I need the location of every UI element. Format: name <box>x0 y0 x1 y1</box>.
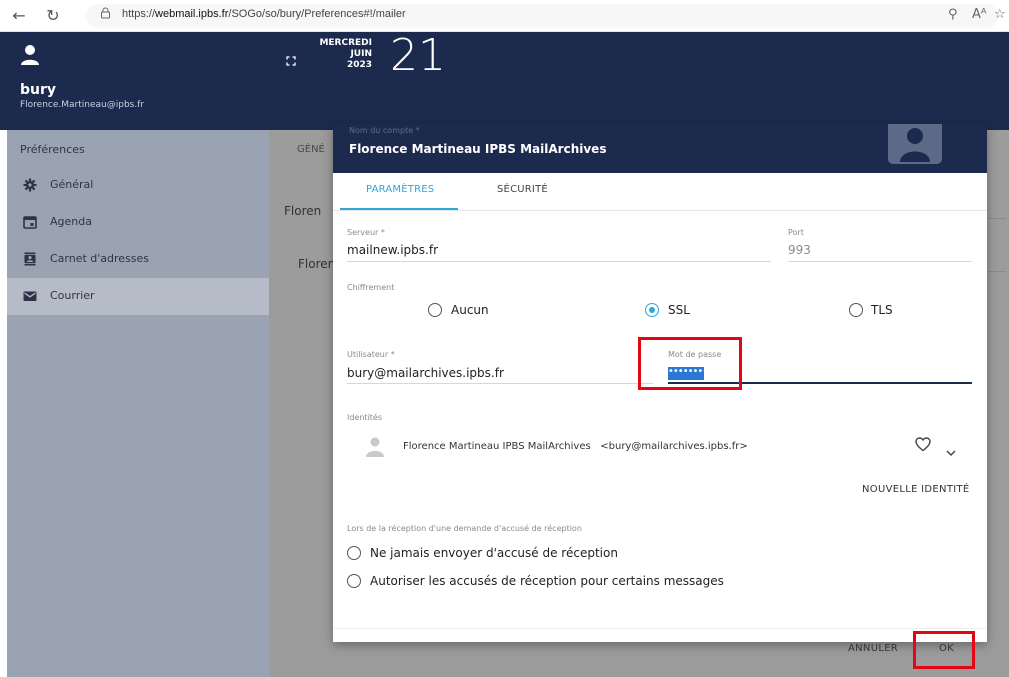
identity-email: <bury@mailarchives.ipbs.fr> <box>600 441 748 452</box>
encryption-none-radio[interactable] <box>428 303 442 317</box>
server-label: Serveur * <box>347 228 385 237</box>
encryption-ssl-radio[interactable] <box>645 303 659 317</box>
ok-highlight-box <box>913 631 975 669</box>
user-underline <box>347 383 653 384</box>
server-underline <box>347 261 771 262</box>
tabs-divider <box>333 210 987 211</box>
encryption-tls-radio[interactable] <box>849 303 863 317</box>
active-tab-indicator <box>340 208 458 210</box>
sidebar-title: Préférences <box>20 143 85 156</box>
chevron-down-icon[interactable] <box>945 442 957 461</box>
background-tab: GÉNÉ <box>297 144 325 155</box>
sidebar-item-label: Courrier <box>50 289 95 302</box>
receipt-label: Lors de la réception d'une demande d'acc… <box>347 524 582 533</box>
dialog-title[interactable]: Florence Martineau IPBS MailArchives <box>349 142 606 156</box>
user-icon[interactable] <box>20 44 40 70</box>
receipt-allow-radio[interactable] <box>347 574 361 588</box>
back-arrow-icon[interactable]: ← <box>8 5 30 27</box>
reload-icon[interactable]: ↻ <box>42 5 64 27</box>
cancel-button[interactable]: ANNULER <box>848 643 898 654</box>
account-name-label: Nom du compte * <box>349 126 420 135</box>
heart-icon[interactable] <box>915 437 931 456</box>
sidebar-item-contacts[interactable]: Carnet d'adresses <box>7 241 269 278</box>
background-field: Floren <box>284 204 322 218</box>
encryption-none-label[interactable]: Aucun <box>451 303 489 317</box>
password-highlight-box <box>638 337 742 390</box>
tab-parameters[interactable]: PARAMÈTRES <box>366 184 434 195</box>
background-divider <box>988 218 1006 219</box>
port-input[interactable]: 993 <box>788 243 811 257</box>
tab-security[interactable]: SÉCURITÉ <box>497 184 548 195</box>
sidebar-item-label: Carnet d'adresses <box>50 252 150 265</box>
fullscreen-icon[interactable] <box>286 56 296 69</box>
read-aloud-icon[interactable]: Aᴬ <box>972 7 987 22</box>
favorite-star-icon[interactable]: ☆ <box>994 7 1006 22</box>
server-input[interactable]: mailnew.ipbs.fr <box>347 243 438 257</box>
day-number: 21 <box>390 30 446 81</box>
sidebar-item-mail[interactable]: Courrier <box>7 278 269 315</box>
background-field: Floren <box>298 257 336 271</box>
user-label: Utilisateur * <box>347 350 395 359</box>
month: JUIN <box>350 49 372 59</box>
identities-label: Identités <box>347 413 383 422</box>
site-info-icon[interactable] <box>100 7 111 22</box>
contact-card-icon <box>888 118 942 170</box>
receipt-never-radio[interactable] <box>347 546 361 560</box>
mail-icon <box>23 288 37 302</box>
url-text: https://webmail.ipbs.fr/SOGo/so/bury/Pre… <box>122 8 406 20</box>
identity-name: Florence Martineau IPBS MailArchives <box>403 441 591 452</box>
receipt-allow-label[interactable]: Autoriser les accusés de réception pour … <box>370 574 724 588</box>
encryption-label: Chiffrement <box>347 283 395 292</box>
dialog-footer-divider <box>333 628 987 629</box>
date-block: MERCREDI JUIN 2023 <box>316 38 372 71</box>
sidebar-item-label: Général <box>50 178 94 191</box>
weekday: MERCREDI <box>319 38 372 48</box>
year: 2023 <box>346 60 372 70</box>
key-icon[interactable]: ⚲ <box>948 7 958 22</box>
gear-icon <box>23 177 37 192</box>
app-header <box>0 32 1009 130</box>
port-label: Port <box>788 228 804 237</box>
sidebar-item-agenda[interactable]: Agenda <box>7 204 269 241</box>
encryption-tls-label[interactable]: TLS <box>871 303 893 317</box>
contacts-icon <box>23 251 37 266</box>
identity-item[interactable]: Florence Martineau IPBS MailArchives <bu… <box>403 441 748 452</box>
background-divider <box>988 271 1006 272</box>
identity-avatar-icon <box>364 436 386 462</box>
port-underline <box>788 261 972 262</box>
user-input[interactable]: bury@mailarchives.ipbs.fr <box>347 366 504 380</box>
new-identity-button[interactable]: NOUVELLE IDENTITÉ <box>862 484 970 495</box>
encryption-ssl-label[interactable]: SSL <box>668 303 690 317</box>
user-email: Florence.Martineau@ipbs.fr <box>20 100 145 110</box>
receipt-never-label[interactable]: Ne jamais envoyer d'accusé de réception <box>370 546 618 560</box>
sidebar-item-label: Agenda <box>50 215 92 228</box>
calendar-icon <box>23 214 37 229</box>
username: bury <box>20 82 57 98</box>
sidebar-item-general[interactable]: Général <box>7 167 269 204</box>
